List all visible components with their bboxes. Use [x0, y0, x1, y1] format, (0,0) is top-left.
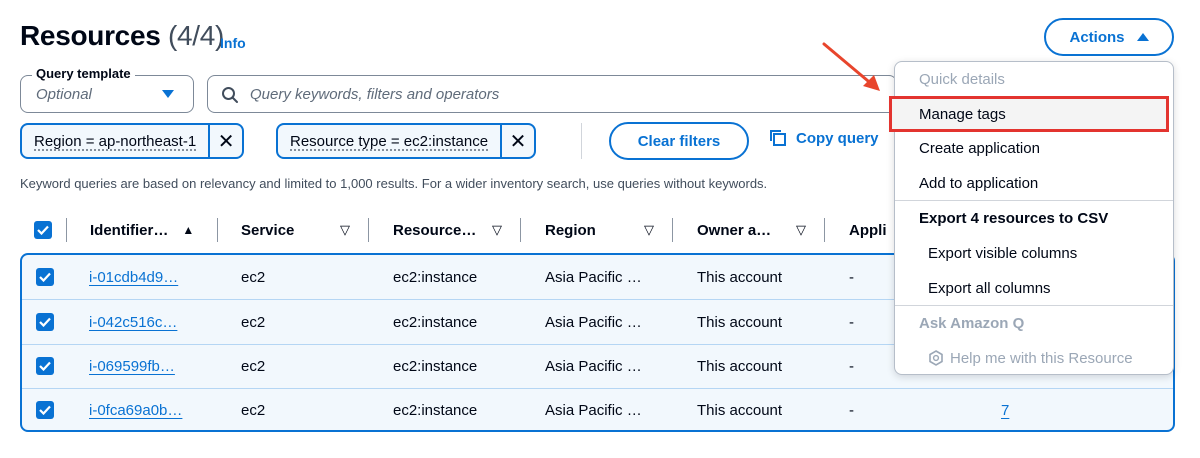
- row-checkbox[interactable]: [36, 255, 54, 299]
- checkbox-checked-icon: [36, 313, 54, 331]
- cell-owner: This account: [697, 401, 783, 419]
- table-row[interactable]: i-0fca69a0b… ec2 ec2:instance Asia Pacif…: [22, 388, 1173, 430]
- cell-owner: This account: [697, 357, 783, 375]
- cell-region: Asia Pacific …: [545, 357, 642, 375]
- column-label: Resource…: [393, 221, 477, 239]
- column-header-resource-type[interactable]: Resource…: [393, 210, 476, 250]
- page-title: Resources (4/4): [20, 20, 224, 52]
- page-title-text: Resources: [20, 20, 161, 51]
- column-label: Owner a…: [697, 221, 772, 239]
- column-header-application[interactable]: Appli: [849, 210, 887, 250]
- search-icon: [222, 87, 238, 103]
- column-divider: [66, 218, 67, 242]
- column-header-identifier[interactable]: Identifier… ▲: [90, 210, 194, 250]
- cell-application: -: [849, 313, 854, 331]
- column-divider: [520, 218, 521, 242]
- resource-id-link[interactable]: i-069599fb…: [89, 344, 175, 388]
- menu-group-export-csv: Export 4 resources to CSV: [919, 209, 1109, 227]
- sort-icon[interactable]: ▽: [340, 210, 350, 250]
- column-header-region[interactable]: Region: [545, 210, 596, 250]
- search-placeholder: Query keywords, filters and operators: [250, 86, 500, 103]
- cell-service: ec2: [241, 313, 266, 331]
- column-divider: [368, 218, 369, 242]
- column-header-owner[interactable]: Owner a…: [697, 210, 771, 250]
- filter-token-resource-type: Resource type = ec2:instance ✕: [276, 123, 537, 159]
- menu-item-add-to-application[interactable]: Add to application: [895, 166, 1173, 200]
- cell-region: Asia Pacific …: [545, 401, 642, 419]
- filter-token-label[interactable]: Resource type = ec2:instance: [278, 125, 500, 157]
- cell-owner: This account: [697, 313, 783, 331]
- cell-resource-type: ec2:instance: [393, 313, 478, 331]
- remove-filter-button[interactable]: ✕: [500, 125, 534, 157]
- menu-group-ask-amazon-q: Ask Amazon Q: [919, 314, 1025, 332]
- column-label: Identifier…: [90, 221, 169, 239]
- cell-service: ec2: [241, 268, 266, 286]
- cell-application: -: [849, 401, 854, 419]
- column-label: Region: [545, 221, 596, 239]
- column-label: Appli: [849, 221, 887, 239]
- column-divider: [217, 218, 218, 242]
- filter-token-region: Region = ap-northeast-1 ✕: [20, 123, 245, 159]
- query-template-value: Optional: [36, 86, 92, 103]
- resource-count: (4/4): [167, 20, 225, 51]
- cell-application: -: [849, 268, 854, 286]
- select-all-checkbox[interactable]: [34, 210, 52, 250]
- cell-application: -: [849, 357, 854, 375]
- cell-resource-type: ec2:instance: [393, 268, 478, 286]
- search-hint: Keyword queries are based on relevancy a…: [20, 176, 768, 191]
- column-divider: [672, 218, 673, 242]
- sort-ascending-icon: ▲: [182, 223, 195, 237]
- menu-item-export-all-columns[interactable]: Export all columns: [895, 271, 1173, 305]
- cell-region: Asia Pacific …: [545, 268, 642, 286]
- copy-query-label: Copy query: [796, 129, 879, 147]
- column-divider: [824, 218, 825, 242]
- menu-item-manage-tags[interactable]: Manage tags: [889, 96, 1169, 132]
- cell-service: ec2: [241, 401, 266, 419]
- filter-token-label[interactable]: Region = ap-northeast-1: [22, 125, 208, 157]
- actions-menu: Quick details Manage tags Create applica…: [889, 61, 1174, 375]
- resource-id-link[interactable]: i-042c516c…: [89, 300, 177, 344]
- menu-item-help-me-with-resource: Help me with this Resource: [895, 341, 1173, 375]
- checkbox-checked-icon: [36, 401, 54, 419]
- menu-item-label: Help me with this Resource: [950, 349, 1133, 367]
- caret-down-icon: [162, 90, 174, 98]
- cell-service: ec2: [241, 357, 266, 375]
- menu-item-quick-details: Quick details: [919, 70, 1005, 88]
- row-checkbox[interactable]: [36, 300, 54, 344]
- sort-icon[interactable]: ▽: [796, 210, 806, 250]
- query-template-label: Query template: [32, 66, 135, 81]
- checkbox-checked-icon: [36, 357, 54, 375]
- caret-up-icon: [1136, 33, 1149, 41]
- menu-item-export-visible-columns[interactable]: Export visible columns: [895, 236, 1173, 270]
- actions-button-label: Actions: [1069, 28, 1125, 46]
- menu-item-create-application[interactable]: Create application: [895, 131, 1173, 165]
- sort-icon[interactable]: ▽: [492, 210, 502, 250]
- amazon-q-icon: [929, 350, 943, 366]
- column-header-service[interactable]: Service: [241, 210, 294, 250]
- checkbox-checked-icon: [36, 268, 54, 286]
- annotation-arrow-icon: [822, 42, 880, 91]
- cell-region: Asia Pacific …: [545, 313, 642, 331]
- checkbox-checked-icon: [34, 221, 52, 239]
- clear-filters-button[interactable]: Clear filters: [609, 122, 749, 160]
- copy-icon: [770, 130, 786, 146]
- divider: [581, 123, 582, 159]
- copy-query-button[interactable]: Copy query: [768, 128, 879, 148]
- column-label: Service: [241, 221, 295, 239]
- sort-icon[interactable]: ▽: [644, 210, 654, 250]
- actions-button[interactable]: Actions: [1044, 18, 1174, 56]
- resource-id-link[interactable]: i-0fca69a0b…: [89, 388, 182, 430]
- row-checkbox[interactable]: [36, 388, 54, 430]
- info-link[interactable]: Info: [220, 35, 246, 51]
- resource-id-link[interactable]: i-01cdb4d9…: [89, 255, 178, 299]
- cell-owner: This account: [697, 268, 783, 286]
- remove-filter-button[interactable]: ✕: [208, 125, 242, 157]
- cell-resource-type: ec2:instance: [393, 357, 478, 375]
- tag-count-link[interactable]: 7: [1001, 388, 1009, 430]
- row-checkbox[interactable]: [36, 344, 54, 388]
- cell-resource-type: ec2:instance: [393, 401, 478, 419]
